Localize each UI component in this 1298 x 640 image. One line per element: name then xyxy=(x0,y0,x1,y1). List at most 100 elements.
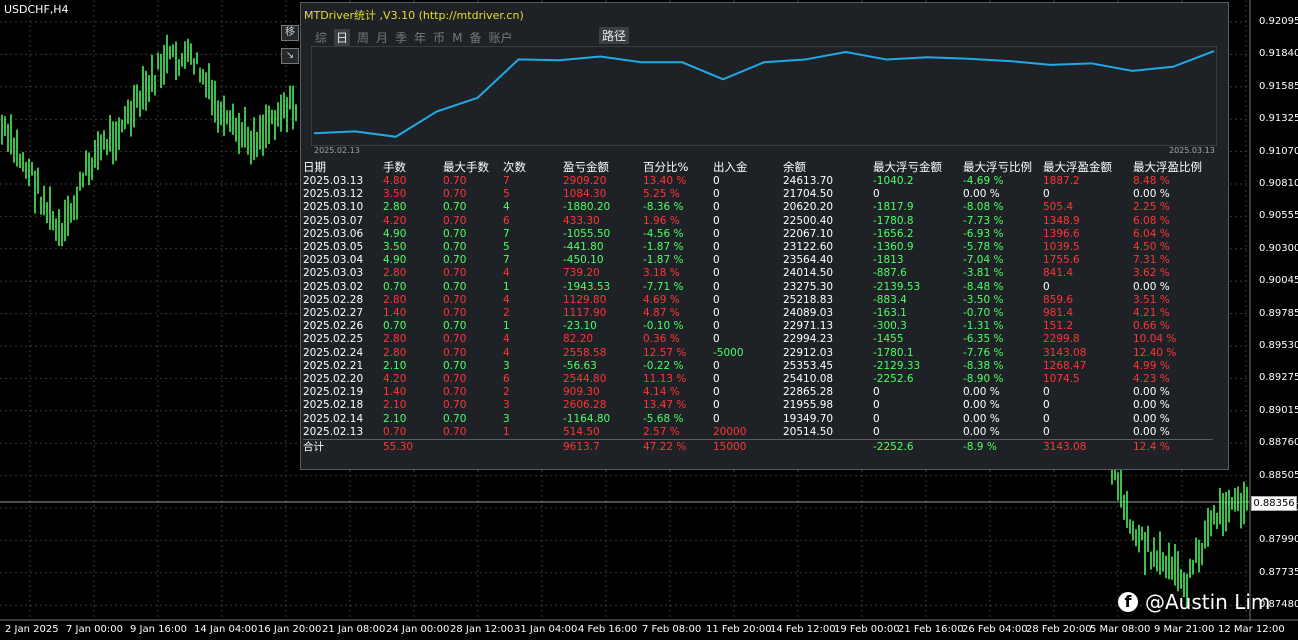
table-cell: 2.80 xyxy=(383,267,407,280)
table-cell: 3 xyxy=(503,412,510,425)
table-cell: -1.31 % xyxy=(963,320,1004,333)
total-cell xyxy=(503,439,563,456)
tab-5[interactable]: 年 xyxy=(414,29,426,46)
table-cell: -2139.53 xyxy=(873,280,921,293)
stats-panel: MTDriver统计 ,V3.10 (http://mtdriver.cn) 综… xyxy=(281,2,1229,470)
table-cell: 2025.02.21 xyxy=(303,359,364,372)
table-cell: 1268.47 xyxy=(1043,359,1087,372)
table-cell: 0.70 xyxy=(443,175,467,187)
table-cell: 0 xyxy=(713,280,720,293)
tab-4[interactable]: 季 xyxy=(395,29,407,46)
tab-6[interactable]: 币 xyxy=(433,29,445,46)
table-cell: 3.51 % xyxy=(1133,293,1170,306)
table-cell: 2025.03.07 xyxy=(303,214,364,227)
table-cell: 20000 xyxy=(713,425,747,438)
table-cell: 2.57 % xyxy=(643,425,680,438)
move-button[interactable]: 移 xyxy=(281,25,299,41)
total-cell: 55.30 xyxy=(383,439,443,456)
table-cell: 0.00 % xyxy=(1133,188,1170,201)
table-cell: 23122.60 xyxy=(783,241,834,254)
table-cell: 0.70 xyxy=(443,280,467,293)
table-cell: -1880.20 xyxy=(563,201,611,214)
table-cell: 13.47 % xyxy=(643,399,687,412)
table-cell: 0.70 xyxy=(443,188,467,201)
watermark-text: @Austin Lim xyxy=(1145,590,1271,614)
table-cell: 0 xyxy=(713,333,720,346)
tab-1[interactable]: 日 xyxy=(334,29,351,46)
table-cell: 0 xyxy=(713,293,720,306)
curve-start-date: 2025.02.13 xyxy=(314,146,360,155)
table-cell: 0.70 xyxy=(383,320,407,333)
table-cell: 22500.40 xyxy=(783,214,834,227)
price-tick: 0.90045 xyxy=(1259,275,1298,287)
table-cell: 2 xyxy=(503,386,510,399)
tab-8[interactable]: 备 xyxy=(469,29,481,46)
table-cell: 4.80 xyxy=(383,175,407,187)
table-row: 2025.02.26 0.70 0.70 1 -23.10 -0.10 % 0 22971.1… xyxy=(303,320,1213,333)
tab-7[interactable]: M xyxy=(452,31,462,45)
table-cell: 4 xyxy=(503,346,510,359)
table-cell: -56.63 xyxy=(563,359,597,372)
table-cell: 2 xyxy=(503,307,510,320)
table-cell: 6.04 % xyxy=(1133,227,1170,240)
table-cell: 0 xyxy=(1043,425,1050,438)
table-cell: 0.00 % xyxy=(1133,280,1170,293)
table-cell: -8.38 % xyxy=(963,359,1004,372)
price-tick: 0.88760 xyxy=(1259,437,1298,449)
table-cell: 2.80 xyxy=(383,293,407,306)
table-cell: 1129.80 xyxy=(563,293,607,306)
table-cell: 22912.03 xyxy=(783,346,834,359)
time-tick: 9 Mar 21:00 xyxy=(1154,624,1215,635)
col-header: 出入金 xyxy=(713,159,748,174)
total-row: 合计 55.30 9613.7 47.22 % 15000 -2252.6 -8.9 % 31… xyxy=(303,439,1213,456)
table-cell: 2025.03.05 xyxy=(303,241,364,254)
table-cell: 2544.80 xyxy=(563,373,607,386)
table-cell: 0.70 xyxy=(443,346,467,359)
table-cell: 2025.02.13 xyxy=(303,425,364,438)
time-tick: 11 Feb 20:00 xyxy=(706,624,772,635)
table-cell: -8.36 % xyxy=(643,201,684,214)
table-cell: 8.48 % xyxy=(1133,175,1170,187)
price-tick: 0.87990 xyxy=(1259,534,1298,546)
table-cell: -1780.1 xyxy=(873,346,914,359)
table-cell: -3.81 % xyxy=(963,267,1004,280)
tab-2[interactable]: 周 xyxy=(357,29,369,46)
table-cell: 2025.02.26 xyxy=(303,320,364,333)
table-cell: 3.62 % xyxy=(1133,267,1170,280)
table-cell: -2129.33 xyxy=(873,359,921,372)
total-cell: 47.22 % xyxy=(643,439,713,456)
table-cell: 0.00 % xyxy=(963,188,1000,201)
table-cell: 22994.23 xyxy=(783,333,834,346)
table-cell: 0.70 xyxy=(443,267,467,280)
watermark: f @Austin Lim xyxy=(1118,590,1270,614)
table-cell: 739.20 xyxy=(563,267,600,280)
tab-9[interactable]: 账户 xyxy=(488,29,512,46)
table-cell: 1074.5 xyxy=(1043,373,1080,386)
table-cell: 2025.03.13 xyxy=(303,175,364,187)
col-header: 余额 xyxy=(783,159,806,174)
table-cell: 0 xyxy=(1043,386,1050,399)
table-cell: 4.21 % xyxy=(1133,307,1170,320)
table-cell: 2025.02.18 xyxy=(303,399,364,412)
table-cell: 3 xyxy=(503,399,510,412)
table-cell: 19349.70 xyxy=(783,412,834,425)
table-cell: 909.30 xyxy=(563,386,600,399)
table-cell: 0 xyxy=(713,399,720,412)
resize-button[interactable]: ↘ xyxy=(281,48,299,64)
table-row: 2025.02.25 2.80 0.70 4 82.20 0.36 % 0 22994.23 -… xyxy=(303,333,1213,346)
tab-3[interactable]: 月 xyxy=(376,29,388,46)
table-cell: 0 xyxy=(713,214,720,227)
table-cell: 0.70 xyxy=(443,412,467,425)
table-cell: 0.00 % xyxy=(1133,386,1170,399)
time-tick: 28 Feb 20:00 xyxy=(1026,624,1092,635)
tab-0[interactable]: 综 xyxy=(315,29,327,46)
panel-title: MTDriver统计 ,V3.10 (http://mtdriver.cn) xyxy=(304,9,524,22)
price-tick: 0.89530 xyxy=(1259,340,1298,351)
period-tabs: 综日周月季年币 M 备账户 xyxy=(315,27,520,46)
table-cell: 20514.50 xyxy=(783,425,834,438)
total-cell: 15000 xyxy=(713,439,783,456)
table-cell: 12.40 % xyxy=(1133,346,1177,359)
table-cell: 0.70 xyxy=(443,320,467,333)
tab-path[interactable]: 路径 xyxy=(599,27,630,44)
price-tick: 0.91325 xyxy=(1259,113,1298,125)
